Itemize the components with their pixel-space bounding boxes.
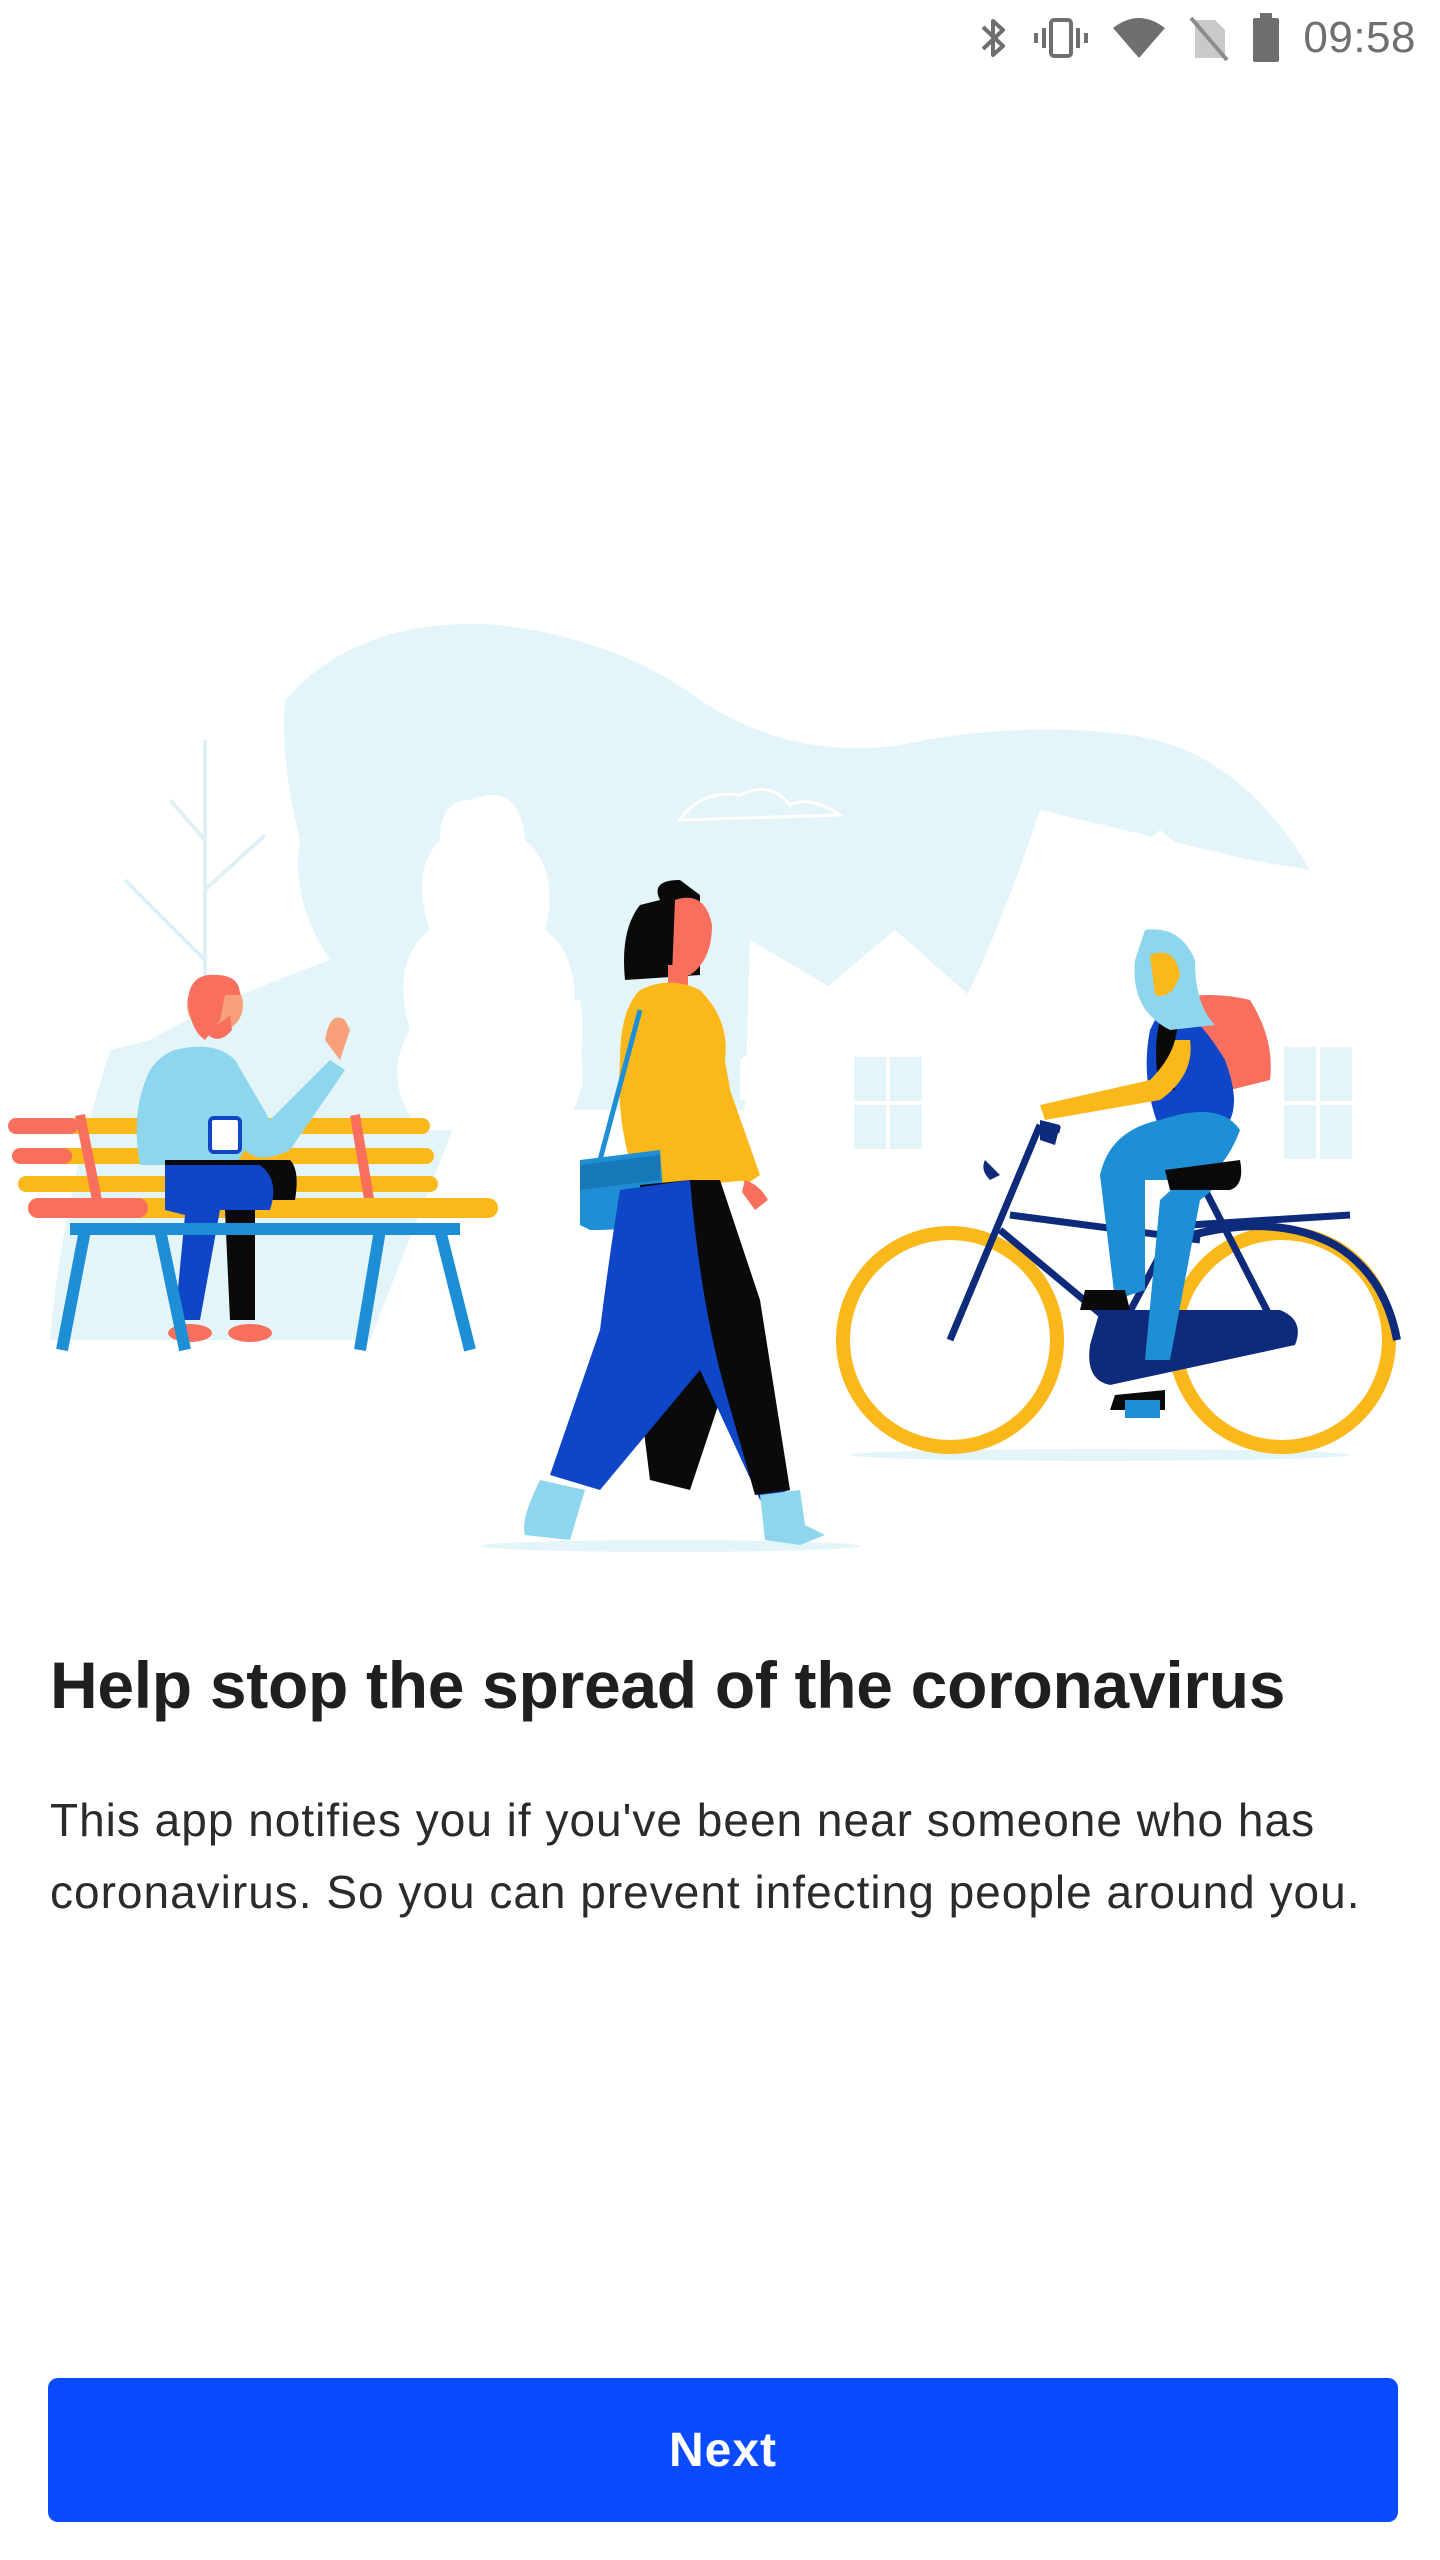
status-time: 09:58 <box>1303 13 1416 62</box>
hero-illustration <box>0 600 1440 1570</box>
description-text: This app notifies you if you've been nea… <box>50 1794 1361 1918</box>
vibrate-icon <box>1033 14 1089 62</box>
battery-icon <box>1251 13 1281 63</box>
status-icons: 09:58 <box>977 10 1416 66</box>
no-sim-icon <box>1189 14 1229 62</box>
next-button[interactable]: Next <box>48 2378 1398 2522</box>
wifi-icon <box>1111 14 1167 62</box>
people-social-distancing-illustration <box>8 623 1401 1552</box>
status-bar: 09:58 <box>0 0 1440 74</box>
page-title: Help stop the spread of the coronavirus <box>50 1648 1286 1722</box>
bluetooth-icon <box>977 14 1011 62</box>
